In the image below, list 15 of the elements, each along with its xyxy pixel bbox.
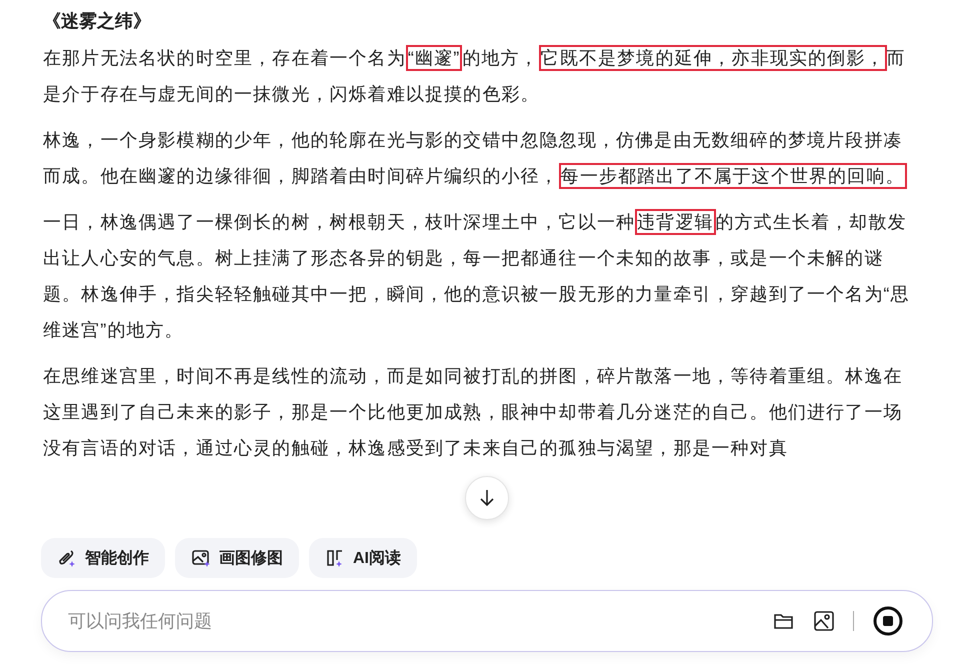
stop-button[interactable] (872, 605, 904, 637)
action-chip[interactable]: 画图修图 (175, 538, 299, 578)
paragraph: 一日，林逸偶遇了一棵倒长的树，树根朝天，枝叶深埋土中，它以一种 违背逻辑 的方式生长着，却散发出让人心安的气息。树上挂满了形态各异的钥匙，每一把都通往一个未知的故事，或是一个未解的谜题。林逸伸手，指尖轻轻触碰其中一把，瞬间，他的意识被一股无形的力量牵引，穿越到了一个名为“思维迷宫”的地方。 (43, 204, 917, 348)
paragraph: 在思维迷宫里，时间不再是线性的流动，而是如同被打乱的拼图，碎片散落一地，等待着重组。林逸在这里遇到了自己未来的影子，那是一个比他更加成熟，眼神中却带着几分迷茫的自己。他们进行了一场没有言语的对话，通过心灵的触碰，林逸感受到了未来自己的孤独与渴望，那是一种对真 (43, 365, 904, 460)
pen-icon (57, 548, 77, 568)
scroll-down-button[interactable] (465, 476, 509, 520)
question-input[interactable]: 可以问我任何问题 (66, 610, 773, 632)
image-icon (191, 548, 211, 568)
article-title: 《迷雾之纬》 (43, 10, 152, 33)
book-icon (325, 548, 345, 568)
folder-icon[interactable] (773, 611, 795, 631)
input-bar[interactable]: 可以问我任何问题 (41, 590, 933, 652)
action-chip[interactable]: 智能创作 (41, 538, 165, 578)
action-chip[interactable]: AI阅读 (309, 538, 417, 578)
image-icon[interactable] (813, 610, 835, 632)
